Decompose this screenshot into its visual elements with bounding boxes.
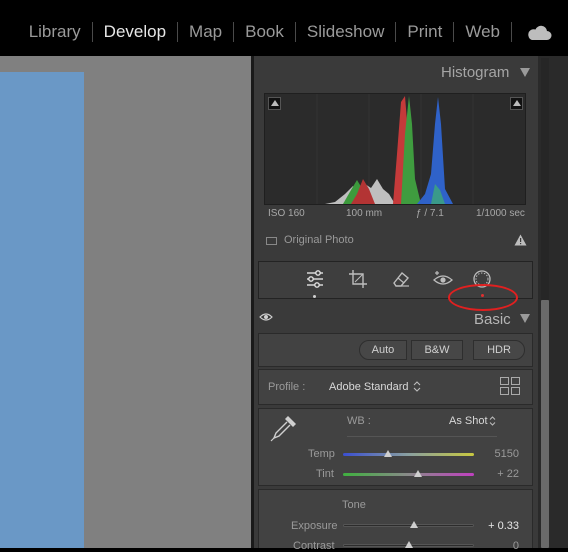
bw-button[interactable]: B&W — [411, 340, 463, 360]
active-tool-indicator — [313, 295, 316, 298]
module-develop[interactable]: Develop — [93, 22, 177, 42]
warning-icon[interactable] — [514, 234, 527, 246]
photo-preview[interactable] — [0, 72, 84, 548]
exposure-label: Exposure — [291, 520, 338, 532]
highlight-clipping-toggle[interactable] — [510, 97, 523, 110]
exif-aperture: ƒ / 7.1 — [416, 208, 444, 219]
profile-label: Profile : — [268, 381, 306, 393]
contrast-slider-thumb[interactable] — [404, 541, 413, 548]
crop-icon[interactable] — [347, 268, 369, 290]
exposure-slider-track[interactable] — [343, 524, 474, 527]
exif-iso: ISO 160 — [268, 208, 305, 219]
shadow-clipping-toggle[interactable] — [268, 97, 281, 110]
sliders-icon[interactable] — [304, 268, 326, 290]
cloud-icon[interactable] — [526, 24, 552, 42]
wb-divider — [347, 436, 497, 437]
contrast-value[interactable]: 0 — [479, 540, 519, 552]
profile-dropdown[interactable]: Adobe Standard — [329, 381, 409, 393]
tint-slider-thumb[interactable] — [413, 470, 422, 477]
tint-slider-track[interactable] — [343, 473, 474, 476]
module-map[interactable]: Map — [178, 22, 233, 42]
temp-slider-thumb[interactable] — [383, 450, 392, 457]
original-photo-label: Original Photo — [284, 234, 354, 246]
tint-label: Tint — [316, 468, 334, 480]
wb-dropdown[interactable]: As Shot — [449, 415, 488, 427]
eyedropper-icon[interactable] — [268, 412, 300, 444]
auto-button[interactable]: Auto — [359, 340, 407, 360]
original-photo-checkbox[interactable] — [266, 237, 277, 245]
module-list: Library Develop Map Book Slideshow Print… — [18, 20, 512, 44]
wb-label: WB : — [347, 415, 371, 427]
module-divider — [511, 22, 512, 42]
exposure-slider-thumb[interactable] — [409, 521, 418, 528]
module-web[interactable]: Web — [454, 22, 511, 42]
module-library[interactable]: Library — [18, 22, 92, 42]
dropdown-arrows-icon[interactable] — [413, 381, 421, 392]
redeye-icon[interactable] — [432, 268, 454, 290]
tint-value[interactable]: + 22 — [479, 468, 519, 480]
eraser-icon[interactable] — [390, 268, 412, 290]
contrast-label: Contrast — [293, 540, 335, 552]
histogram-title[interactable]: Histogram — [441, 64, 509, 81]
module-picker: Library Develop Map Book Slideshow Print… — [0, 0, 568, 56]
exposure-value[interactable]: + 0.33 — [479, 520, 519, 532]
module-print[interactable]: Print — [396, 22, 453, 42]
hdr-button[interactable]: HDR — [473, 340, 525, 360]
tone-label: Tone — [342, 499, 366, 511]
collapse-triangle-icon[interactable] — [520, 68, 530, 77]
photo-canvas[interactable] — [0, 56, 251, 548]
module-slideshow[interactable]: Slideshow — [296, 22, 396, 42]
basic-panel-title[interactable]: Basic — [474, 311, 511, 328]
dropdown-arrows-icon[interactable] — [489, 416, 496, 426]
scrollbar-thumb[interactable] — [541, 300, 549, 548]
temp-slider-track[interactable] — [343, 453, 474, 456]
exif-shutter: 1/1000 sec — [476, 208, 525, 219]
profile-browser-grid-icon[interactable] — [500, 377, 520, 395]
exif-focal-length: 100 mm — [346, 208, 383, 219]
temp-value[interactable]: 5150 — [479, 448, 519, 460]
module-book[interactable]: Book — [234, 22, 295, 42]
collapse-triangle-icon[interactable] — [520, 314, 530, 323]
temp-label: Temp — [308, 448, 335, 460]
visibility-eye-icon[interactable] — [259, 312, 273, 322]
histogram-graph[interactable] — [264, 93, 526, 205]
